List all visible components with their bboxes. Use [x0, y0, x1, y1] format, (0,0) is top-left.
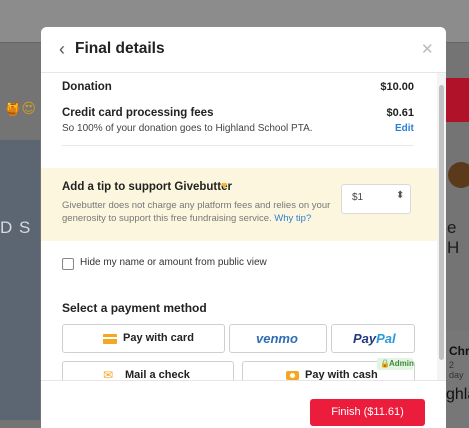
final-details-modal: ‹ Final details ✕ Donation $10.00 Credit…	[41, 27, 446, 428]
tip-amount-select[interactable]: $1 ⬍	[341, 184, 411, 214]
venmo-button[interactable]: venmo	[229, 324, 327, 353]
credit-card-icon	[103, 334, 117, 344]
finish-button-label: Finish ($11.61)	[331, 406, 404, 418]
modal-title: Final details	[75, 40, 165, 57]
fees-amount: $0.61	[386, 107, 414, 119]
modal-header: ‹ Final details ✕	[41, 27, 446, 73]
section-divider	[62, 145, 414, 146]
fees-label: Credit card processing fees	[62, 107, 214, 119]
pay-with-card-button[interactable]: Pay with card	[62, 324, 225, 353]
modal-body: Donation $10.00 Credit card processing f…	[41, 73, 437, 380]
tip-section: Add a tip to support Givebutter ♥ Givebu…	[41, 168, 437, 241]
paypal-button[interactable]: PayPal	[331, 324, 415, 353]
tip-description: Givebutter does not charge any platform …	[62, 199, 362, 225]
background-donor-name: Chr	[449, 344, 469, 358]
pay-with-card-label: Pay with card	[123, 332, 194, 344]
background-image	[0, 140, 40, 420]
tip-selected-value: $1	[352, 192, 364, 203]
why-tip-link[interactable]: Why tip?	[274, 213, 311, 224]
mail-a-check-label: Mail a check	[125, 369, 190, 380]
venmo-logo: venmo	[256, 331, 298, 346]
yellow-heart-icon: ♥	[221, 180, 228, 192]
hide-name-label: Hide my name or amount from public view	[80, 257, 267, 268]
paypal-logo-pal: Pal	[376, 331, 396, 346]
paypal-logo: PayPal	[353, 331, 396, 346]
fees-description: So 100% of your donation goes to Highlan…	[62, 123, 313, 134]
donation-amount: $10.00	[380, 81, 414, 93]
cash-icon	[286, 371, 299, 380]
background-donor-time: 2 day	[449, 360, 464, 380]
background-avatar	[448, 162, 469, 188]
admin-badge: 🔒 Admin	[377, 358, 414, 370]
modal-footer: Finish ($11.61)	[41, 380, 446, 428]
paypal-logo-pay: Pay	[353, 331, 377, 346]
mail-a-check-button[interactable]: ✉ Mail a check	[62, 361, 234, 380]
admin-badge-label: Admin	[389, 359, 414, 368]
pay-with-cash-label: Pay with cash	[305, 369, 378, 380]
background-right-text: e H	[447, 218, 460, 257]
payment-method-title: Select a payment method	[62, 301, 207, 315]
hide-name-checkbox[interactable]	[62, 258, 74, 270]
chevron-left-icon[interactable]: ‹	[59, 39, 65, 60]
scrollbar-thumb[interactable]	[439, 85, 444, 360]
finish-button[interactable]: Finish ($11.61)	[310, 399, 425, 426]
background-red-button	[446, 78, 469, 122]
background-emoji: 🍯😍	[4, 100, 37, 116]
background-left-text: D S	[0, 218, 32, 237]
background-bottom-text: ghla	[446, 386, 469, 403]
select-arrows-icon: ⬍	[396, 190, 405, 201]
close-icon[interactable]: ✕	[421, 40, 434, 58]
tip-title: Add a tip to support Givebutter	[62, 181, 232, 193]
donation-label: Donation	[62, 81, 112, 93]
edit-fees-link[interactable]: Edit	[395, 123, 414, 134]
hand-envelope-icon: ✉	[103, 368, 114, 380]
